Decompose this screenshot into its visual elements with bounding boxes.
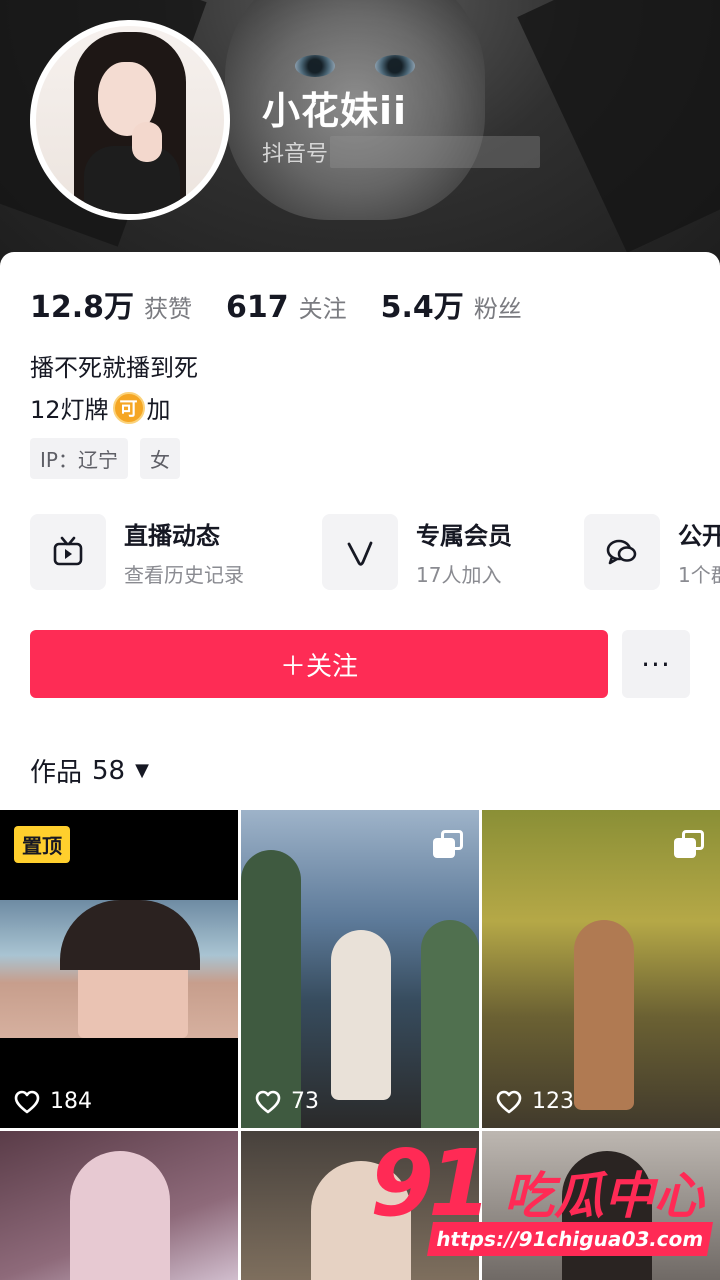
thumbnail-hair	[60, 900, 200, 970]
avatar[interactable]	[30, 20, 230, 220]
more-options-button[interactable]: ···	[622, 630, 690, 698]
stat-label: 关注	[298, 295, 347, 323]
feature-title: 专属会员	[416, 522, 512, 550]
like-count: 184	[14, 1089, 92, 1114]
stat-value: 617	[226, 290, 289, 325]
thumbnail-image	[0, 900, 238, 1038]
profile-tags: IP：辽宁 女	[30, 438, 192, 479]
like-count-value: 73	[291, 1089, 319, 1114]
feature-row: 直播动态 查看历史记录 专属会员 17人加入 公开 1个	[30, 514, 720, 594]
feature-subtitle: 1个群	[678, 563, 720, 587]
works-count: 58	[92, 755, 126, 786]
site-watermark: 91 吃瓜中心 https://91chigua03.com	[370, 1130, 715, 1260]
banner-shadow	[517, 0, 720, 253]
feature-title: 直播动态	[124, 522, 220, 550]
tag-gender: 女	[139, 438, 180, 479]
heart-icon	[255, 1090, 281, 1113]
watermark-url: https://91chigua03.com	[427, 1222, 713, 1256]
heart-icon	[496, 1090, 522, 1113]
douyin-id-redacted	[330, 136, 540, 168]
username: 小花妹ii	[262, 89, 408, 133]
bio-text: 加	[146, 396, 171, 424]
thumbnail-person	[574, 920, 634, 1110]
multi-image-icon	[674, 830, 704, 858]
feature-subtitle: 17人加入	[416, 563, 502, 587]
like-count-value: 184	[50, 1089, 92, 1114]
cat-eye	[295, 55, 335, 77]
video-thumbnail[interactable]: 73	[241, 810, 479, 1128]
like-count: 73	[255, 1089, 319, 1114]
chat-icon	[584, 514, 660, 590]
stat-value: 12.8万	[30, 290, 135, 325]
stat-label: 粉丝	[473, 295, 522, 323]
tab-works[interactable]: 作品 58 ▼	[30, 752, 149, 789]
avatar-body	[84, 146, 180, 214]
tag-ip-location: IP：辽宁	[30, 438, 128, 479]
video-thumbnail[interactable]: 123	[482, 810, 720, 1128]
feature-exclusive-member[interactable]: 专属会员 17人加入	[322, 514, 512, 590]
bio-text: 12灯牌	[30, 396, 109, 424]
feature-subtitle: 查看历史记录	[124, 563, 244, 587]
dropdown-arrow-icon: ▼	[135, 760, 149, 781]
video-thumbnail[interactable]	[0, 1131, 238, 1280]
thumbnail-tree	[421, 920, 479, 1128]
stat-label: 获赞	[144, 295, 193, 323]
multi-image-icon	[433, 830, 463, 858]
heart-icon	[14, 1090, 40, 1113]
douyin-id-label: 抖音号	[262, 142, 329, 167]
watermark-text: 吃瓜中心	[504, 1167, 704, 1225]
bio-line-1: 播不死就播到死	[30, 354, 198, 382]
pinned-badge: 置顶	[14, 826, 70, 863]
thumbnail-tree	[241, 850, 301, 1128]
avatar-hand	[132, 122, 162, 162]
stat-following[interactable]: 617 关注	[226, 289, 347, 325]
avatar-image	[36, 26, 224, 214]
feature-live-history[interactable]: 直播动态 查看历史记录	[30, 514, 244, 590]
coin-badge-icon: 可	[112, 391, 145, 424]
bio-line-2: 12灯牌 可 加	[30, 390, 171, 425]
follow-button[interactable]: ＋关注	[30, 630, 608, 698]
stat-likes[interactable]: 12.8万 获赞	[30, 282, 192, 326]
watermark-number: 91	[370, 1130, 492, 1237]
feature-public-group[interactable]: 公开 1个群	[584, 514, 720, 590]
works-label: 作品	[30, 758, 83, 788]
profile-card: 12.8万 获赞 617 关注 5.4万 粉丝 播不死就播到死 12灯牌 可 加…	[0, 252, 720, 812]
stat-value: 5.4万	[380, 290, 464, 325]
stats-row: 12.8万 获赞 617 关注 5.4万 粉丝	[30, 282, 556, 326]
stat-followers[interactable]: 5.4万 粉丝	[381, 282, 522, 326]
v-icon	[322, 514, 398, 590]
like-count: 123	[496, 1089, 574, 1114]
like-count-value: 123	[532, 1089, 574, 1114]
thumbnail-person	[331, 930, 391, 1100]
feature-title: 公开	[678, 522, 720, 550]
cat-eye	[375, 55, 415, 77]
thumbnail-person	[70, 1151, 170, 1280]
video-thumbnail[interactable]: 置顶 184	[0, 810, 238, 1128]
tv-icon	[30, 514, 106, 590]
